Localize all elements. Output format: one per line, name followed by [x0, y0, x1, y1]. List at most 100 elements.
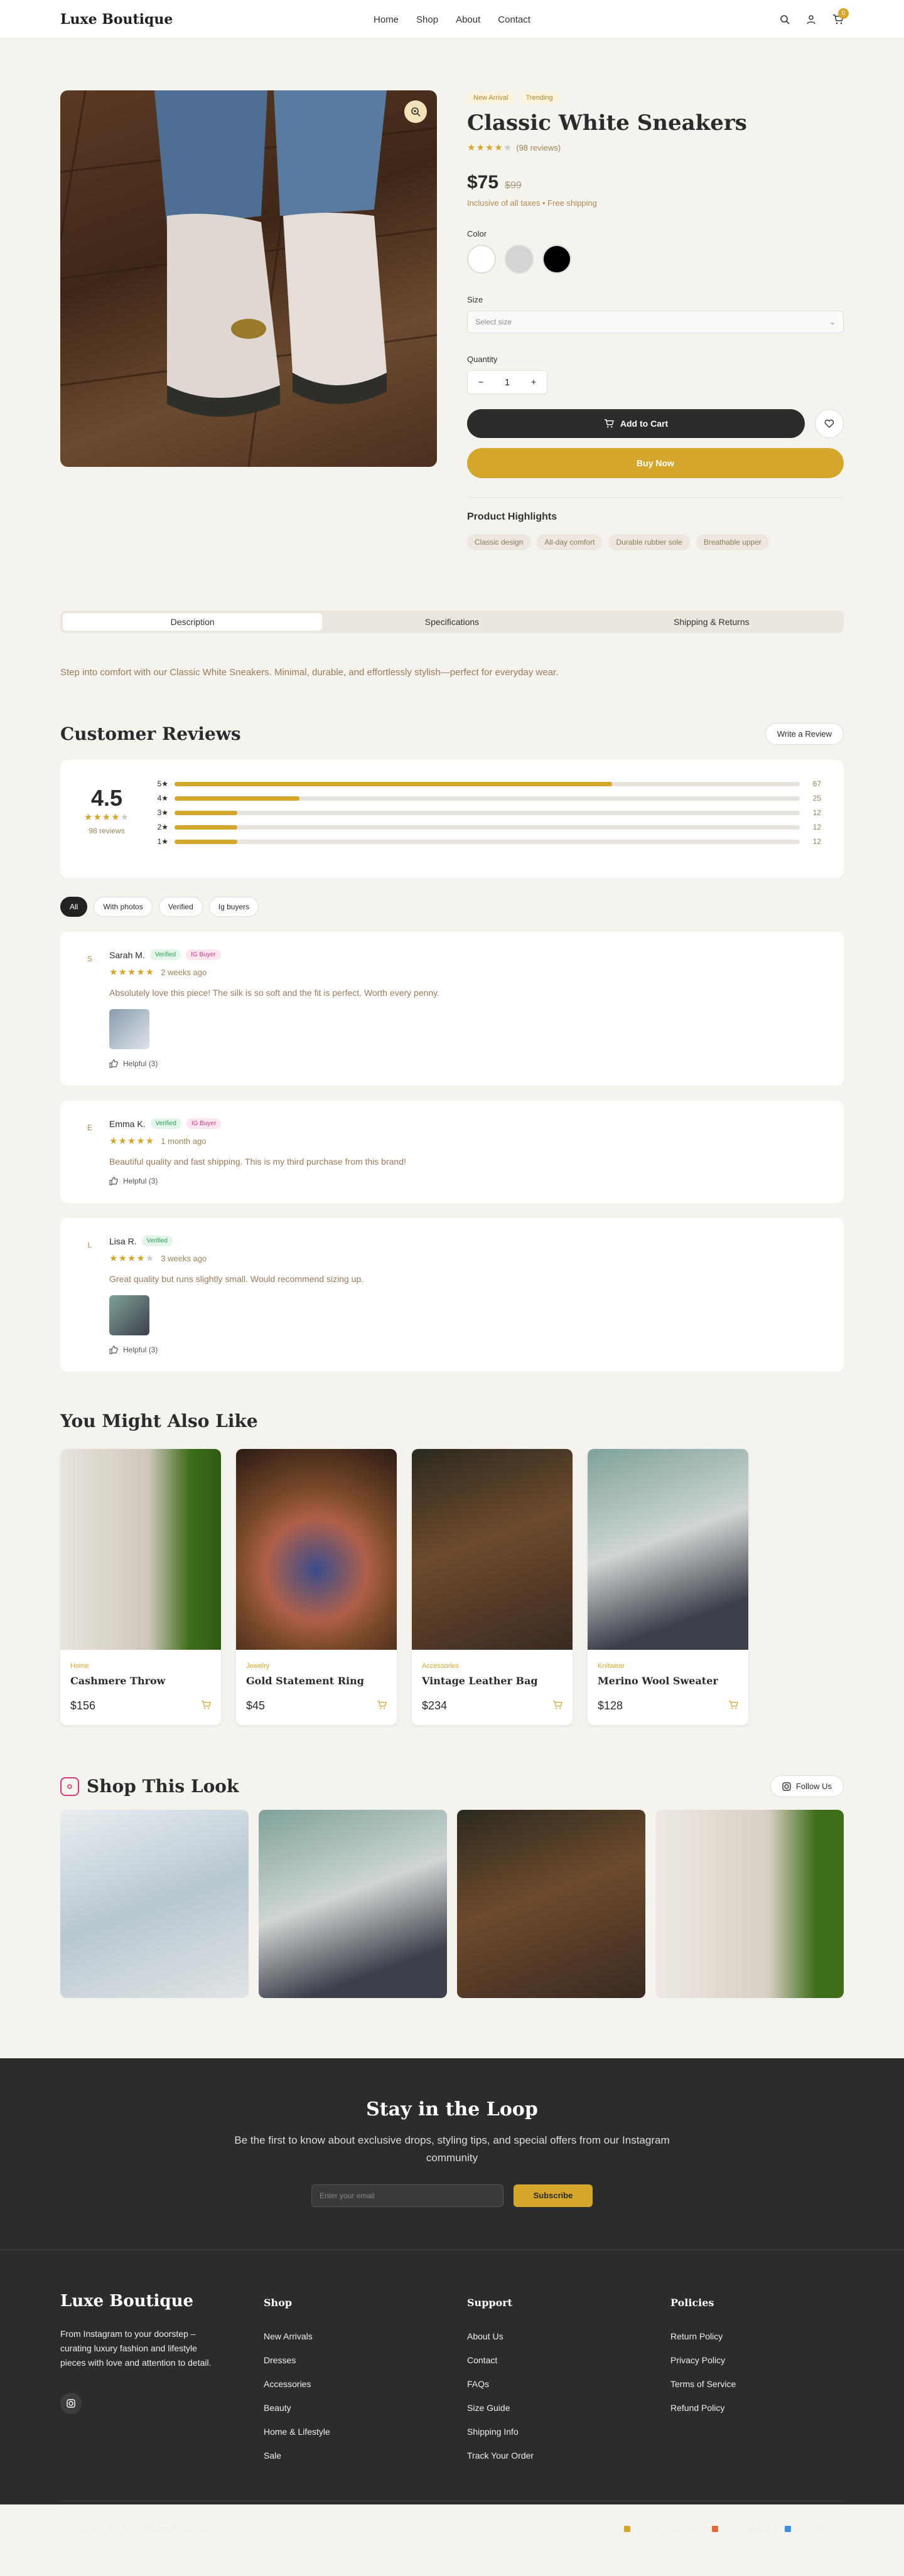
helpful-label: Helpful (3)	[123, 1177, 158, 1185]
review-text: Absolutely love this piece! The silk is …	[109, 988, 440, 998]
nav-contact[interactable]: Contact	[498, 14, 530, 25]
product-rating[interactable]: ★★★★★ (98 reviews)	[467, 142, 844, 153]
increase-button[interactable]: +	[520, 377, 547, 388]
zoom-button[interactable]	[404, 100, 427, 123]
bar-count: 12	[812, 837, 821, 846]
follow-us-button[interactable]: Follow Us	[770, 1775, 844, 1797]
add-to-cart-button[interactable]: Add to Cart	[467, 409, 805, 438]
subscribe-button[interactable]: Subscribe	[514, 2184, 593, 2207]
look-image[interactable]	[655, 1810, 844, 1998]
footer-link[interactable]: Terms of Service	[670, 2379, 844, 2389]
look-image[interactable]	[60, 1810, 249, 1998]
filter-with-photos[interactable]: With photos	[94, 897, 153, 917]
product-name: Merino Wool Sweater	[598, 1675, 718, 1687]
review-count: (98 reviews)	[516, 142, 561, 152]
tab-specifications[interactable]: Specifications	[322, 613, 581, 631]
color-swatch-gray[interactable]	[505, 245, 534, 274]
footer-link[interactable]: Sale	[264, 2450, 467, 2461]
footer-link[interactable]: FAQs	[467, 2379, 670, 2389]
color-swatch-black[interactable]	[542, 245, 571, 274]
footer-link[interactable]: Privacy Policy	[670, 2355, 844, 2365]
product-price: $45	[246, 1699, 266, 1712]
footer-link[interactable]: Return Policy	[670, 2331, 844, 2341]
helpful-button[interactable]: Helpful (3)	[109, 1177, 824, 1185]
product-card[interactable]: Accessories Vintage Leather Bag $234	[412, 1449, 573, 1725]
review-photo[interactable]	[109, 1295, 149, 1335]
helpful-button[interactable]: Helpful (3)	[109, 1345, 824, 1354]
add-to-cart-icon[interactable]	[201, 1699, 211, 1713]
search-icon[interactable]	[780, 14, 790, 24]
footer-link[interactable]: Dresses	[264, 2355, 467, 2365]
email-input[interactable]: Enter your email	[311, 2184, 503, 2207]
thumbs-up-icon	[109, 1059, 118, 1068]
verified-badge: Verified	[150, 1118, 181, 1129]
zoom-icon	[411, 107, 421, 117]
product-description: Step into comfort with our Classic White…	[60, 667, 559, 678]
product-card[interactable]: Jewelry Gold Statement Ring $45	[236, 1449, 397, 1725]
footer-link[interactable]: Shipping Info	[467, 2427, 670, 2437]
chevron-down-icon: ⌄	[829, 318, 836, 326]
bar-fill	[175, 796, 300, 801]
avatar: E	[87, 1123, 92, 1132]
bar-label: 5★	[157, 779, 168, 788]
color-swatch-white[interactable]	[467, 245, 496, 274]
footer-link[interactable]: Contact	[467, 2355, 670, 2365]
bar-count: 25	[812, 794, 821, 803]
review-photo[interactable]	[109, 1009, 149, 1049]
helpful-button[interactable]: Helpful (3)	[109, 1059, 824, 1068]
footer-link[interactable]: Beauty	[264, 2403, 467, 2413]
footer-link[interactable]: Accessories	[264, 2379, 467, 2389]
size-select[interactable]: Select size ⌄	[467, 311, 844, 333]
logo[interactable]: Luxe Boutique	[60, 11, 173, 28]
footer-link[interactable]: Size Guide	[467, 2403, 670, 2413]
tab-description[interactable]: Description	[63, 613, 323, 631]
footer-col-title: Policies	[670, 2297, 714, 2309]
cart-icon[interactable]: 0	[832, 8, 849, 24]
review-text: Great quality but runs slightly small. W…	[109, 1274, 364, 1284]
product-card[interactable]: Home Cashmere Throw $156	[60, 1449, 221, 1725]
add-to-cart-icon[interactable]	[728, 1699, 738, 1713]
avatar: S	[87, 954, 92, 963]
footer-link[interactable]: New Arrivals	[264, 2331, 467, 2341]
bar-label: 1★	[157, 837, 168, 846]
user-icon[interactable]	[806, 14, 816, 24]
product-card-image	[588, 1449, 748, 1650]
product-image[interactable]	[60, 90, 437, 467]
verified-badge: Verified	[149, 949, 181, 960]
product-tabs: Description Specifications Shipping & Re…	[60, 611, 844, 633]
nav-shop[interactable]: Shop	[416, 14, 438, 25]
footer-link[interactable]: About Us	[467, 2331, 670, 2341]
highlight-chip: Durable rubber sole	[608, 534, 690, 550]
nav-about[interactable]: About	[456, 14, 480, 25]
buy-now-button[interactable]: Buy Now	[467, 448, 844, 478]
decrease-button[interactable]: −	[468, 377, 494, 388]
current-price: $75	[467, 172, 499, 193]
highlight-chip: Breathable upper	[696, 534, 769, 550]
footer-link[interactable]: Home & Lifestyle	[264, 2427, 467, 2437]
average-rating: 4.5	[90, 785, 123, 811]
look-image[interactable]	[259, 1810, 447, 1998]
filter-verified[interactable]: Verified	[158, 897, 203, 917]
instagram-icon	[782, 1782, 791, 1791]
tab-shipping-returns[interactable]: Shipping & Returns	[582, 613, 841, 631]
quantity-label: Quantity	[467, 355, 498, 364]
review-date: 2 weeks ago	[161, 967, 207, 977]
add-to-cart-icon[interactable]	[377, 1699, 387, 1713]
nav-home[interactable]: Home	[374, 14, 399, 25]
highlight-chip: All-day comfort	[537, 534, 603, 550]
instagram-link[interactable]	[60, 2393, 82, 2414]
rating-breakdown: 5★ 67 4★ 25 3★ 12 2★ 12 1★ 12	[149, 779, 821, 853]
filter-ig-buyers[interactable]: Ig buyers	[208, 897, 259, 917]
rating-stars: ★★★★★	[109, 967, 155, 978]
wishlist-button[interactable]	[815, 409, 844, 438]
product-name: Gold Statement Ring	[246, 1675, 364, 1687]
footer-link[interactable]: Track Your Order	[467, 2450, 670, 2461]
write-review-button[interactable]: Write a Review	[765, 723, 844, 745]
review-date: 3 weeks ago	[161, 1253, 207, 1263]
look-image[interactable]	[457, 1810, 645, 1998]
main-nav: Home Shop About Contact	[374, 14, 530, 25]
footer-link[interactable]: Refund Policy	[670, 2403, 844, 2413]
product-card[interactable]: Knitwear Merino Wool Sweater $128	[588, 1449, 748, 1725]
filter-all[interactable]: All	[60, 897, 88, 917]
add-to-cart-icon[interactable]	[552, 1699, 562, 1713]
